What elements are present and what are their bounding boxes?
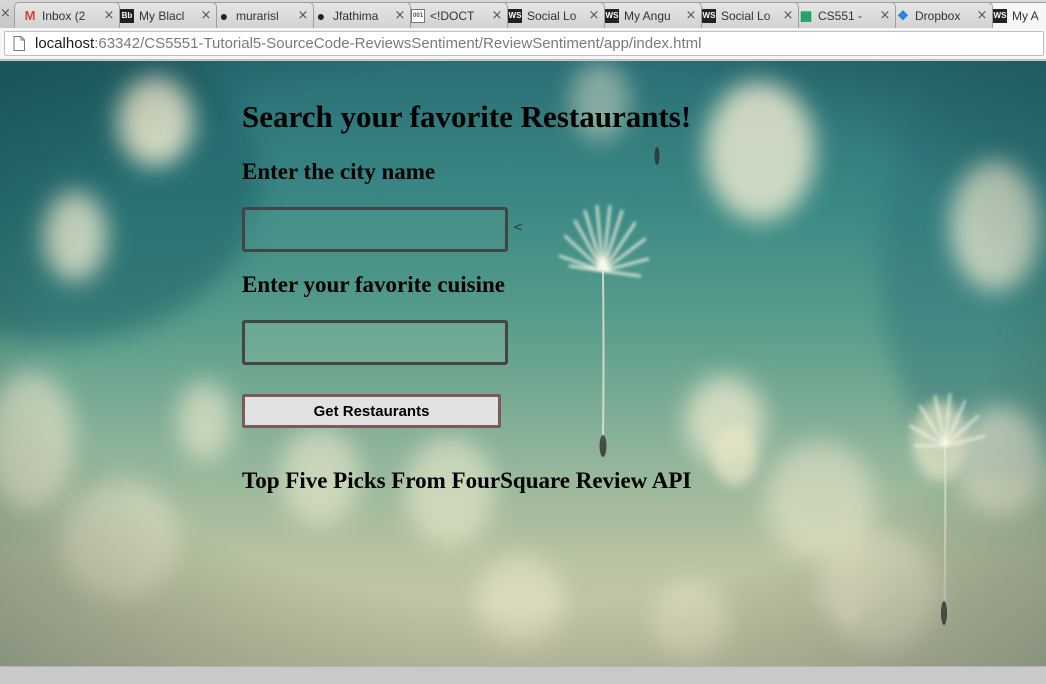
close-icon[interactable]: ×: [491, 9, 503, 22]
browser-tab-label: Jfathima: [333, 8, 379, 23]
close-icon[interactable]: ×: [103, 9, 115, 22]
browser-tab-label: Dropbox: [915, 8, 961, 23]
address-bar: localhost:63342/CS5551-Tutorial5-SourceC…: [0, 28, 1046, 60]
close-icon[interactable]: ×: [976, 9, 988, 22]
browser-tab[interactable]: 001 <!DOCT ×: [402, 2, 508, 28]
browser-tab[interactable]: WS My Angu ×: [596, 2, 702, 28]
browser-tab[interactable]: WS My A: [984, 2, 1046, 28]
close-icon[interactable]: ×: [200, 9, 212, 22]
browser-tab[interactable]: M Inbox (2 ×: [14, 2, 120, 28]
browser-tab[interactable]: WS Social Lo ×: [693, 2, 799, 28]
url-field[interactable]: localhost:63342/CS5551-Tutorial5-SourceC…: [4, 31, 1044, 56]
close-icon[interactable]: ×: [879, 9, 891, 22]
dropbox-icon: ❖: [897, 8, 909, 23]
browser-tab[interactable]: WS Social Lo ×: [499, 2, 605, 28]
webstorm-icon: WS: [605, 8, 619, 23]
github-icon: ●: [316, 7, 326, 24]
close-icon[interactable]: ×: [297, 9, 309, 22]
cuisine-label: Enter your favorite cuisine: [242, 272, 505, 297]
close-icon[interactable]: ×: [0, 6, 11, 21]
github-icon: ●: [219, 7, 229, 24]
horizontal-scrollbar[interactable]: [0, 666, 1046, 684]
url-path: :63342/CS5551-Tutorial5-SourceCode-Revie…: [94, 35, 702, 52]
browser-tab[interactable]: ● Jfathima ×: [305, 2, 411, 28]
close-icon[interactable]: ×: [588, 9, 600, 22]
browser-tab-label: <!DOCT: [430, 8, 475, 23]
dandelion-background-image: [0, 61, 1046, 666]
webstorm-icon: WS: [702, 8, 716, 23]
webstorm-icon: WS: [508, 8, 522, 23]
city-label: Enter the city name: [242, 159, 436, 184]
cuisine-input[interactable]: [242, 320, 508, 365]
google-sheets-icon: ▦: [799, 8, 813, 23]
browser-tab-label: CS551 -: [818, 8, 863, 23]
page-icon: [13, 36, 25, 51]
close-icon[interactable]: ×: [782, 9, 794, 22]
close-icon[interactable]: ×: [394, 9, 406, 22]
browser-tab[interactable]: ● murarisl ×: [208, 2, 314, 28]
page-viewport: Search your favorite Restaurants! Enter …: [0, 61, 1046, 666]
city-input[interactable]: [242, 207, 508, 252]
page-title: Search your favorite Restaurants!: [242, 99, 692, 134]
file-code-icon: 001: [411, 8, 425, 23]
browser-tab[interactable]: Bb My Blacl ×: [111, 2, 217, 28]
url-host: localhost: [35, 35, 95, 52]
browser-tab[interactable]: ▦ CS551 - ×: [790, 2, 896, 28]
blackboard-icon: Bb: [120, 8, 134, 23]
webstorm-icon: WS: [993, 9, 1007, 23]
browser-tab-label: Inbox (2: [42, 8, 86, 23]
browser-tab-label: My Blacl: [139, 8, 185, 23]
browser-tab-label: My Angu: [624, 8, 671, 23]
browser-tab-label: murarisl: [236, 8, 279, 23]
browser-tab-label: Social Lo: [527, 8, 577, 23]
close-icon[interactable]: ×: [685, 9, 697, 22]
browser-tab-label: My A: [1012, 9, 1039, 23]
stray-text: <: [513, 220, 524, 234]
tab-strip: × M Inbox (2 × Bb My Blacl × ● murarisl × ● Jfathi…: [0, 0, 1046, 28]
results-heading: Top Five Picks From FourSquare Review AP…: [242, 468, 692, 493]
browser-tab-label: Social Lo: [721, 8, 771, 23]
gmail-icon: M: [24, 8, 36, 23]
browser-tab[interactable]: ❖ Dropbox ×: [887, 2, 993, 28]
get-restaurants-button[interactable]: Get Restaurants: [242, 394, 501, 428]
